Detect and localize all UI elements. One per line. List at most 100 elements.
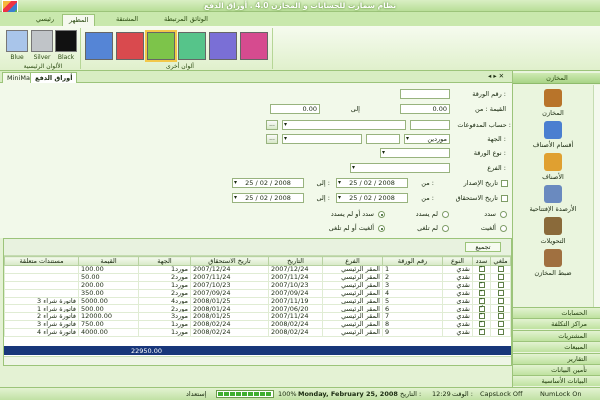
cell-type[interactable]: نقدي	[442, 272, 473, 282]
cell-due-date[interactable]: 2007/10/23	[190, 280, 269, 290]
due-date-checkbox[interactable]	[501, 195, 508, 202]
sidebar-category[interactable]: المشتريات	[513, 329, 600, 341]
cell-due-date[interactable]: 2008/01/24	[190, 304, 269, 314]
cell-due-date[interactable]: 2008/02/24	[190, 328, 269, 338]
sidebar-category[interactable]: الحسابات	[513, 307, 600, 318]
sidebar-category[interactable]: مراكز التكلفة	[513, 318, 600, 330]
doctab-payment-papers[interactable]: أوراق الدفع	[30, 72, 78, 83]
cell-canceled[interactable]	[490, 265, 511, 274]
payment-account-select[interactable]	[282, 120, 406, 130]
paid-checkbox[interactable]	[478, 274, 485, 280]
cell-related-docs[interactable]	[4, 272, 79, 282]
cell-branch[interactable]: المقر الرئيسي	[322, 304, 383, 314]
cell-date[interactable]: 2007/12/24	[268, 265, 323, 274]
cell-due-date[interactable]: 2008/01/25	[190, 296, 269, 306]
due-date-from-picker[interactable]: 25 / 02 / 2008	[336, 193, 408, 203]
tab-related-docs[interactable]: الوثائق المرتبطة	[158, 14, 214, 26]
payment-account-code[interactable]	[410, 120, 450, 130]
cell-canceled[interactable]	[490, 280, 511, 290]
cell-paper-no[interactable]: 7	[382, 312, 443, 322]
sidebar-category[interactable]: البيانات الأساسية	[513, 375, 600, 387]
table-row[interactable]: نقدي4المقر الرئيسي2007/09/242007/09/24مو…	[4, 288, 511, 298]
cell-canceled[interactable]	[490, 304, 511, 314]
cell-paper-no[interactable]: 9	[382, 328, 443, 338]
party-type-select[interactable]: موردين	[404, 134, 450, 144]
group-by-bar[interactable]: تجميع	[4, 239, 511, 256]
cell-paper-no[interactable]: 4	[382, 288, 443, 298]
paid-radio[interactable]	[500, 211, 507, 218]
col-paper-no[interactable]: رقم الورقة	[382, 256, 443, 266]
cell-due-date[interactable]: 2008/01/25	[190, 312, 269, 322]
not-paid-radio[interactable]	[442, 211, 449, 218]
cell-related-docs[interactable]: فاتورة شراء 3	[4, 320, 79, 330]
cell-party[interactable]: مورد1	[138, 320, 191, 330]
canceled-checkbox[interactable]	[497, 274, 504, 280]
cell-canceled[interactable]	[490, 320, 511, 330]
paid-checkbox[interactable]	[478, 321, 485, 328]
cell-branch[interactable]: المقر الرئيسي	[322, 328, 383, 338]
cell-paid[interactable]	[472, 304, 491, 314]
cell-paper-no[interactable]: 5	[382, 296, 443, 306]
cell-due-date[interactable]: 2007/09/24	[190, 288, 269, 298]
swatch-blue[interactable]	[6, 30, 28, 52]
cell-party[interactable]: مورد1	[138, 265, 191, 274]
cell-branch[interactable]: المقر الرئيسي	[322, 265, 383, 274]
cell-paid[interactable]	[472, 288, 491, 298]
cell-paper-no[interactable]: 6	[382, 304, 443, 314]
not-canceled-radio[interactable]	[442, 225, 449, 232]
cell-branch[interactable]: المقر الرئيسي	[322, 296, 383, 306]
group-button[interactable]: تجميع	[465, 242, 501, 252]
canceled-checkbox[interactable]	[497, 298, 504, 304]
cell-date[interactable]: 2008/02/24	[268, 320, 323, 330]
sidebar-category[interactable]: تأمين البيانات	[513, 364, 600, 375]
cell-due-date[interactable]: 2007/11/24	[190, 272, 269, 282]
color-swatch-3[interactable]	[145, 30, 177, 62]
sidebar-category[interactable]: المبيعات	[513, 341, 600, 353]
horizontal-scrollbar[interactable]	[4, 356, 511, 365]
cell-due-date[interactable]: 2008/02/24	[190, 320, 269, 330]
cell-paid[interactable]	[472, 272, 491, 282]
cell-canceled[interactable]	[490, 312, 511, 322]
cell-value[interactable]: 4000.00	[78, 328, 139, 338]
cell-paper-no[interactable]: 3	[382, 280, 443, 290]
cell-related-docs[interactable]: فاتورة شراء 3	[4, 296, 79, 306]
cell-branch[interactable]: المقر الرئيسي	[322, 320, 383, 330]
cell-branch[interactable]: المقر الرئيسي	[322, 312, 383, 322]
cell-value[interactable]: 750.00	[78, 320, 139, 330]
cell-paid[interactable]	[472, 296, 491, 306]
cell-value[interactable]: 350.00	[78, 288, 139, 298]
cell-canceled[interactable]	[490, 272, 511, 282]
cell-branch[interactable]: المقر الرئيسي	[322, 272, 383, 282]
cell-branch[interactable]: المقر الرئيسي	[322, 280, 383, 290]
cell-type[interactable]: نقدي	[442, 280, 473, 290]
cell-type[interactable]: نقدي	[442, 304, 473, 314]
sidebar-item[interactable]: الأصناف	[513, 153, 593, 181]
cell-value[interactable]: 500.00	[78, 304, 139, 314]
canceled-checkbox[interactable]	[497, 282, 504, 288]
color-swatch-6[interactable]	[240, 32, 268, 60]
issue-date-to-picker[interactable]: 25 / 02 / 2008	[232, 178, 304, 188]
sidebar-item[interactable]: المخازن	[513, 89, 593, 117]
cell-party[interactable]: مورد4	[138, 296, 191, 306]
paper-no-input[interactable]	[400, 89, 450, 99]
col-type[interactable]: النوع	[442, 256, 473, 266]
value-to-input[interactable]: 0.00	[270, 104, 320, 114]
paid-checkbox[interactable]	[478, 313, 485, 320]
swatch-silver[interactable]	[31, 30, 53, 52]
sidebar-item[interactable]: التحويلات	[513, 217, 593, 245]
table-row[interactable]: نقدي1المقر الرئيسي2007/12/242007/12/24مو…	[4, 265, 511, 274]
due-date-to-picker[interactable]: 25 / 02 / 2008	[232, 193, 304, 203]
col-related-docs[interactable]: مستندات متعلقة	[4, 256, 79, 266]
cell-type[interactable]: نقدي	[442, 265, 473, 274]
col-value[interactable]: القيمة	[78, 256, 139, 266]
branch-select[interactable]	[350, 163, 450, 173]
table-row[interactable]: نقدي3المقر الرئيسي2007/10/232007/10/23مو…	[4, 280, 511, 290]
table-row[interactable]: نقدي7المقر الرئيسي2007/11/242008/01/25مو…	[4, 312, 511, 322]
color-swatch-2[interactable]	[116, 32, 144, 60]
cell-canceled[interactable]	[490, 328, 511, 338]
issue-date-from-picker[interactable]: 25 / 02 / 2008	[336, 178, 408, 188]
sidebar-header[interactable]: المخازن	[513, 73, 600, 84]
canceled-checkbox[interactable]	[497, 305, 504, 312]
tab-appearance[interactable]: المظهر	[62, 14, 96, 26]
paid-checkbox[interactable]	[478, 282, 485, 288]
